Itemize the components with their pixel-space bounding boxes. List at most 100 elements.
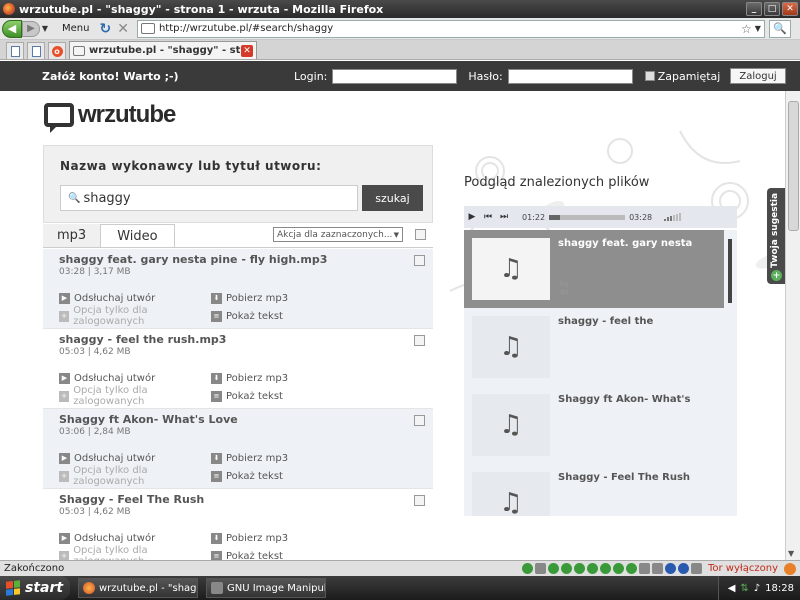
taskbar-gimp[interactable]: GNU Image Manipulat... — [206, 578, 326, 598]
previous-button[interactable]: ⏮ — [480, 212, 496, 222]
preview-scrollbar[interactable] — [724, 230, 737, 516]
result-title[interactable]: Shaggy - Feel The Rush — [59, 493, 417, 506]
addon-icon[interactable] — [599, 563, 611, 574]
addon-icon[interactable] — [690, 563, 702, 574]
lyrics-link[interactable]: ≡ Pokaż tekst — [211, 310, 363, 322]
volume-tray-icon[interactable]: ♪ — [754, 583, 760, 594]
listen-link[interactable]: ▶ Odsłuchaj utwór — [59, 372, 211, 384]
download-link[interactable]: ⬇ Pobierz mp3 — [211, 532, 363, 544]
next-button[interactable]: ⏭ — [496, 212, 512, 222]
start-button[interactable]: start — [0, 576, 70, 600]
listen-link[interactable]: ▶ Odsłuchaj utwór — [59, 452, 211, 464]
remember-me-checkbox[interactable]: Zapamiętaj — [644, 70, 720, 83]
listen-link[interactable]: ▶ Odsłuchaj utwór — [59, 292, 211, 304]
scrollbar-thumb[interactable] — [788, 101, 799, 231]
preview-item[interactable]: ♫ shaggy feat. gary nesta by do — [464, 230, 724, 308]
password-input[interactable] — [507, 68, 633, 84]
result-checkbox[interactable] — [414, 335, 425, 346]
history-dropdown-icon[interactable]: ▼ — [40, 24, 50, 33]
addon-icon[interactable] — [612, 563, 624, 574]
result-item[interactable]: shaggy feat. gary nesta pine - fly high.… — [43, 249, 433, 329]
tor-status[interactable]: Tor wyłączony — [708, 563, 778, 574]
javascript-icon[interactable] — [677, 563, 689, 574]
download-link[interactable]: ⬇ Pobierz mp3 — [211, 452, 363, 464]
addon-icon[interactable] — [534, 563, 546, 574]
addon-icon[interactable] — [560, 563, 572, 574]
result-item[interactable]: Shaggy ft Akon- What's Love 03:06 | 2,84… — [43, 409, 433, 489]
tab-video[interactable]: Wideo — [100, 224, 175, 247]
task-label: GNU Image Manipulat... — [227, 582, 325, 594]
lyrics-link[interactable]: ≡ Pokaż tekst — [211, 470, 363, 482]
tray-arrow-icon[interactable]: ◀ — [728, 583, 736, 594]
select-all-checkbox[interactable] — [415, 229, 426, 240]
preview-item[interactable]: ♫ shaggy - feel the — [464, 308, 724, 386]
lyrics-link[interactable]: ≡ Pokaż tekst — [211, 550, 363, 560]
site-logo[interactable]: wrzutube — [44, 101, 176, 133]
scrollbar-thumb[interactable] — [728, 239, 732, 303]
tab-mp3[interactable]: mp3 — [43, 224, 101, 247]
result-checkbox[interactable] — [414, 255, 425, 266]
greasemonkey-icon[interactable] — [651, 563, 663, 574]
listen-link[interactable]: ▶ Odsłuchaj utwór — [59, 532, 211, 544]
result-checkbox[interactable] — [414, 415, 425, 426]
addon-icon[interactable] — [547, 563, 559, 574]
lyrics-link[interactable]: ≡ Pokaż tekst — [211, 390, 363, 402]
reload-icon[interactable]: ↻ — [99, 21, 111, 37]
url-text[interactable]: http://wrzutube.pl/#search/shaggy — [159, 23, 741, 34]
bookmark-star-icon[interactable]: ☆ — [741, 22, 752, 36]
plus-icon: + — [59, 310, 70, 322]
register-link[interactable]: Załóż konto! Warto ;-) — [42, 70, 179, 83]
volume-icon[interactable] — [664, 213, 682, 221]
minimize-button[interactable]: _ — [746, 2, 762, 16]
search-engine-icon[interactable]: 🔍 — [768, 19, 791, 38]
result-item[interactable]: Shaggy - Feel The Rush 05:03 | 4,62 MB ▶… — [43, 489, 433, 560]
adblock-icon[interactable] — [638, 563, 650, 574]
url-bar[interactable]: http://wrzutube.pl/#search/shaggy ☆ ▼ — [136, 19, 765, 38]
result-item[interactable]: shaggy - feel the rush.mp3 05:03 | 4,62 … — [43, 329, 433, 409]
addon-icon[interactable] — [573, 563, 585, 574]
play-button[interactable]: ▶ — [464, 212, 480, 222]
download-link[interactable]: ⬇ Pobierz mp3 — [211, 372, 363, 384]
taskbar-firefox[interactable]: wrzutube.pl - "shagg... — [78, 578, 198, 598]
result-title[interactable]: Shaggy ft Akon- What's Love — [59, 413, 417, 426]
menu-button[interactable]: Menu — [58, 22, 93, 35]
scroll-down-icon[interactable]: ▼ — [788, 549, 794, 558]
back-button[interactable]: ◀ — [2, 19, 22, 38]
tab-pinned-1[interactable] — [6, 42, 24, 59]
login-button[interactable]: Zaloguj — [730, 68, 786, 84]
search-input[interactable]: 🔍 shaggy — [60, 185, 358, 211]
addon-icon[interactable] — [521, 563, 533, 574]
login-input[interactable] — [332, 68, 458, 84]
result-checkbox[interactable] — [414, 495, 425, 506]
preview-item[interactable]: ♫ Shaggy ft Akon- What's — [464, 386, 724, 464]
java-icon[interactable] — [664, 563, 676, 574]
url-dropdown-icon[interactable]: ▼ — [755, 24, 761, 33]
addon-icon[interactable] — [586, 563, 598, 574]
clock[interactable]: 18:28 — [765, 583, 794, 594]
preview-title: Podgląd znalezionych plików — [464, 175, 650, 190]
bulk-action-select[interactable]: Akcja dla zaznaczonych... ▼ — [273, 227, 403, 242]
document-icon — [10, 45, 20, 57]
tab-active[interactable]: wrzutube.pl - "shaggy" - strona ... ✕ — [69, 41, 257, 59]
forward-button[interactable]: ▶ — [22, 20, 40, 37]
stop-icon[interactable]: ✕ — [117, 21, 129, 37]
maximize-button[interactable]: □ — [764, 2, 780, 16]
progress-bar[interactable] — [549, 214, 626, 220]
preview-item[interactable]: ♫ Shaggy - Feel The Rush — [464, 464, 724, 516]
download-link[interactable]: ⬇ Pobierz mp3 — [211, 292, 363, 304]
search-button[interactable]: szukaj — [362, 185, 423, 211]
result-title[interactable]: shaggy feat. gary nesta pine - fly high.… — [59, 253, 417, 266]
feedback-tab[interactable]: Twoja sugestia + — [767, 188, 787, 284]
result-title[interactable]: shaggy - feel the rush.mp3 — [59, 333, 417, 346]
addon-icon[interactable] — [625, 563, 637, 574]
tab-pinned-3[interactable]: o — [48, 42, 66, 59]
network-icon[interactable]: ⇅ — [740, 583, 748, 594]
search-query[interactable]: shaggy — [83, 191, 130, 206]
close-tab-icon[interactable]: ✕ — [241, 44, 253, 57]
close-window-button[interactable]: ✕ — [782, 2, 798, 16]
firefox-status-icon[interactable] — [784, 562, 796, 575]
search-heading: Nazwa wykonawcy lub tytuł utworu: — [60, 159, 322, 173]
page-scrollbar[interactable]: ▼ — [785, 91, 800, 560]
tab-pinned-2[interactable] — [27, 42, 45, 59]
music-note-icon: ♫ — [472, 394, 550, 456]
